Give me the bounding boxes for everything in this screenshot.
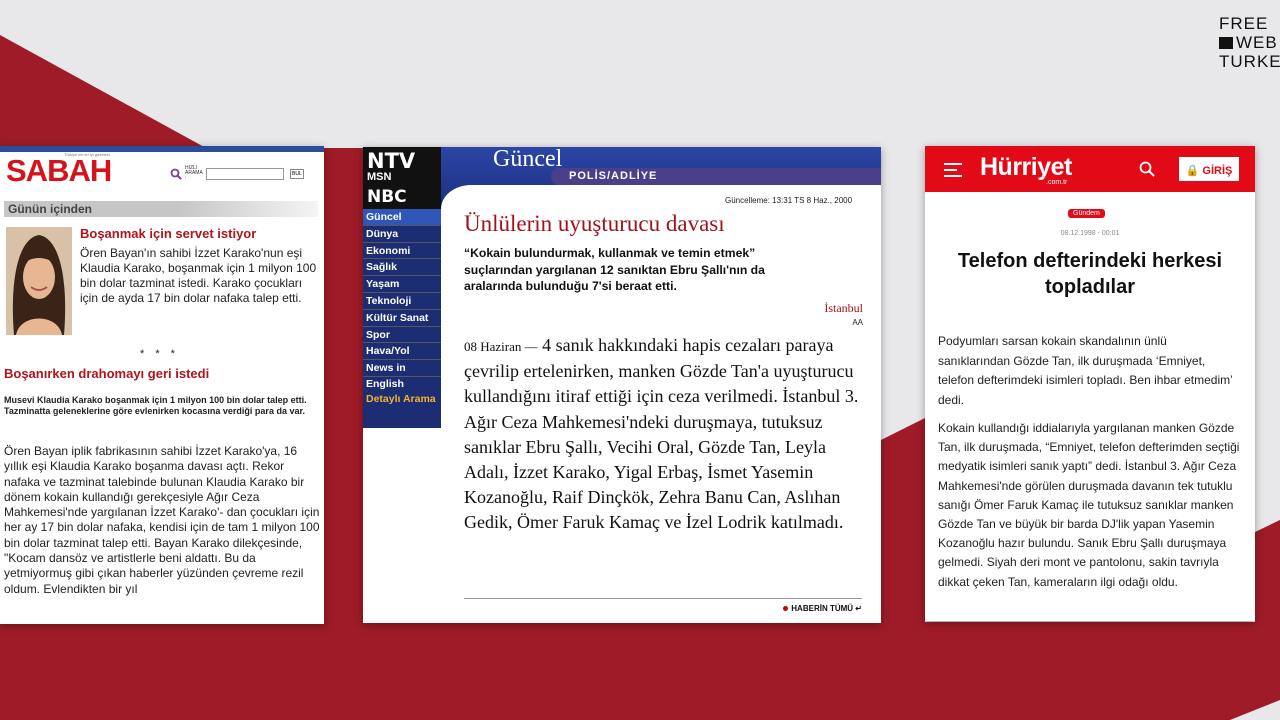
category-badge[interactable]: Gündem [1068, 209, 1105, 218]
freewebturkey-logo: FREE WEB TURKEY [1219, 14, 1280, 71]
sabah-screenshot: Türkiye'nin en iyi gazetesi SABAH HIZLI … [0, 146, 324, 624]
headline-2[interactable]: Boşanırken drahomayı geri istedi [4, 366, 209, 381]
login-button[interactable]: 🔒 GİRİŞ [1179, 157, 1239, 181]
nav-item-ekonomi[interactable]: Ekonomi [363, 243, 441, 260]
section-heading: Günün içinden [4, 201, 318, 217]
nav-item-yasam[interactable]: Yaşam [363, 276, 441, 293]
headline-1[interactable]: Boşanmak için servet istiyor [80, 226, 256, 241]
hurriyet-logo[interactable]: Hürriyet [980, 153, 1072, 182]
category-bar: POLİS/ADLİYE [551, 168, 881, 185]
nav-item-spor[interactable]: Spor [363, 327, 441, 344]
nav-item-news-in-english[interactable]: News in English [363, 360, 441, 390]
sabah-top-bar [0, 146, 324, 152]
nav-item-hava-yol[interactable]: Hava/Yol [363, 343, 441, 361]
article-body: 08 Haziran — 4 sanık hakkındaki hapis ce… [464, 333, 862, 536]
nav-item-guncel[interactable]: Güncel [363, 209, 441, 226]
subhead: Musevi Klaudia Karako boşanmak için 1 mi… [4, 395, 307, 416]
search-button[interactable]: BUL [290, 168, 304, 179]
news-source: AA [852, 318, 863, 327]
dateline-city: İstanbul [824, 301, 863, 315]
article-title: Telefon defterindeki herkesi topladılar [957, 250, 1223, 298]
hamburger-menu-icon[interactable] [944, 163, 962, 181]
full-story-link[interactable]: HABERİN TÜMÜ ↵ [783, 604, 862, 613]
nav-item-saglik[interactable]: Sağlık [363, 259, 441, 277]
separator-stars: * * * [140, 348, 179, 360]
arrow-return-icon: ↵ [855, 604, 862, 613]
article-dateline: 08 Haziran — [464, 339, 538, 354]
bullet-icon [783, 606, 789, 611]
ntvmsnbc-screenshot: NTV MSN NBC Güncel POLİS/ADLİYE Güncel D… [363, 147, 881, 623]
hurriyet-screenshot: Hürriyet .com.tr 🔒 GİRİŞ Gündem 08.12.19… [925, 146, 1255, 621]
ntv-logo[interactable]: NTV MSN NBC [363, 147, 441, 209]
nav-item-teknoloji[interactable]: Teknoloji [363, 293, 441, 310]
search-icon[interactable] [1139, 161, 1155, 177]
update-time: Güncelleme: 13:31 TS 8 Haz., 2000 [725, 196, 853, 205]
hurriyet-domain: .com.tr [1046, 179, 1068, 186]
nav-item-dunya[interactable]: Dünya [363, 226, 441, 243]
paragraph-2: Ören Bayan iplik fabrikasının sahibi İzz… [4, 444, 320, 596]
hurriyet-header: Hürriyet .com.tr 🔒 GİRİŞ [925, 146, 1255, 192]
search-label: HIZLI ARAMA : [185, 165, 203, 181]
article-title: Ünlülerin uyuşturucu davası [464, 211, 725, 236]
detailed-search-link[interactable]: Detaylı Arama [363, 391, 441, 407]
section-title: Güncel [493, 147, 563, 172]
search-input[interactable] [206, 167, 284, 180]
article-lead: “Kokain bulundurmak, kullanmak ve temin … [464, 246, 765, 293]
portrait-photo [6, 227, 72, 335]
paragraph-1: Podyumları sarsan kokain skandalının ünl… [938, 334, 1233, 407]
article-date: 08.12.1998 - 00:01 [1060, 230, 1120, 237]
nav-item-kultur-sanat[interactable]: Kültür Sanat [363, 310, 441, 327]
paragraph-2: Kokain kullandığı iddialarıyla yargılana… [938, 421, 1240, 589]
full-story-label: HABERİN TÜMÜ [791, 604, 854, 613]
side-nav: Güncel Dünya Ekonomi Sağlık Yaşam Teknol… [363, 209, 441, 428]
login-label: GİRİŞ [1202, 165, 1233, 177]
article-footer: HABERİN TÜMÜ ↵ [464, 598, 862, 613]
lock-icon: 🔒 [1185, 165, 1200, 177]
search-icon [170, 168, 182, 180]
paragraph-1: Ören Bayan'ın sahibi İzzet Karako'nun eş… [80, 246, 317, 305]
article-text: 4 sanık hakkındaki hapis cezaları paraya… [464, 335, 859, 533]
sabah-search: HIZLI ARAMA : BUL [170, 166, 304, 181]
sabah-logo[interactable]: SABAH [6, 154, 112, 188]
